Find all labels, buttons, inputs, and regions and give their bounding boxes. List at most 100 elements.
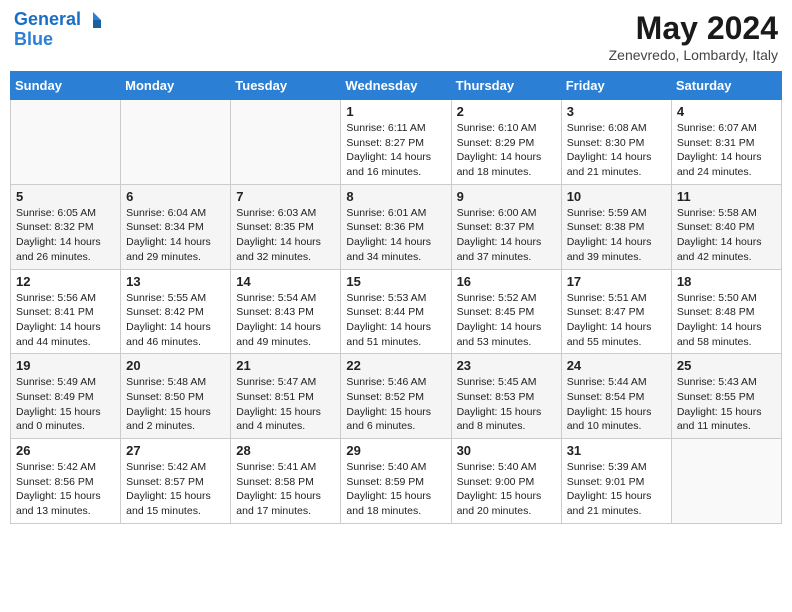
calendar-cell: 6 Sunrise: 6:04 AM Sunset: 8:34 PM Daylig… [121,184,231,269]
day-info: Sunrise: 5:44 AM Sunset: 8:54 PM Dayligh… [567,375,666,434]
week-row-4: 19 Sunrise: 5:49 AM Sunset: 8:49 PM Dayli… [11,354,782,439]
calendar-cell: 28 Sunrise: 5:41 AM Sunset: 8:58 PM Dayli… [231,439,341,524]
day-info: Sunrise: 5:43 AM Sunset: 8:55 PM Dayligh… [677,375,776,434]
calendar-cell: 18 Sunrise: 5:50 AM Sunset: 8:48 PM Dayli… [671,269,781,354]
week-row-2: 5 Sunrise: 6:05 AM Sunset: 8:32 PM Daylig… [11,184,782,269]
calendar-cell: 27 Sunrise: 5:42 AM Sunset: 8:57 PM Dayli… [121,439,231,524]
day-number: 6 [126,189,225,204]
weekday-header-monday: Monday [121,72,231,100]
day-info: Sunrise: 5:48 AM Sunset: 8:50 PM Dayligh… [126,375,225,434]
calendar-cell: 3 Sunrise: 6:08 AM Sunset: 8:30 PM Daylig… [561,100,671,185]
calendar-cell: 10 Sunrise: 5:59 AM Sunset: 8:38 PM Dayli… [561,184,671,269]
day-number: 2 [457,104,556,119]
calendar-cell: 17 Sunrise: 5:51 AM Sunset: 8:47 PM Dayli… [561,269,671,354]
calendar-cell: 13 Sunrise: 5:55 AM Sunset: 8:42 PM Dayli… [121,269,231,354]
month-title: May 2024 [609,10,778,47]
day-number: 30 [457,443,556,458]
day-info: Sunrise: 5:40 AM Sunset: 9:00 PM Dayligh… [457,460,556,519]
page-header: General Blue May 2024 Zenevredo, Lombard… [10,10,782,63]
day-info: Sunrise: 5:51 AM Sunset: 8:47 PM Dayligh… [567,291,666,350]
calendar-cell: 20Sunrise: 5:48 AM Sunset: 8:50 PM Dayli… [121,354,231,439]
calendar-cell: 12Sunrise: 5:56 AM Sunset: 8:41 PM Dayli… [11,269,121,354]
weekday-header-saturday: Saturday [671,72,781,100]
day-number: 22 [346,358,445,373]
day-number: 13 [126,274,225,289]
day-info: Sunrise: 6:10 AM Sunset: 8:29 PM Dayligh… [457,121,556,180]
day-number: 19 [16,358,115,373]
day-number: 1 [346,104,445,119]
day-number: 4 [677,104,776,119]
day-number: 3 [567,104,666,119]
day-number: 28 [236,443,335,458]
day-number: 18 [677,274,776,289]
day-info: Sunrise: 5:53 AM Sunset: 8:44 PM Dayligh… [346,291,445,350]
day-number: 27 [126,443,225,458]
calendar-table: SundayMondayTuesdayWednesdayThursdayFrid… [10,71,782,524]
day-number: 29 [346,443,445,458]
logo-text: General [14,10,81,30]
day-number: 21 [236,358,335,373]
calendar-cell: 14 Sunrise: 5:54 AM Sunset: 8:43 PM Dayli… [231,269,341,354]
calendar-cell: 4 Sunrise: 6:07 AM Sunset: 8:31 PM Daylig… [671,100,781,185]
calendar-cell: 21 Sunrise: 5:47 AM Sunset: 8:51 PM Dayli… [231,354,341,439]
calendar-cell: 26 Sunrise: 5:42 AM Sunset: 8:56 PM Dayli… [11,439,121,524]
calendar-cell: 11 Sunrise: 5:58 AM Sunset: 8:40 PM Dayli… [671,184,781,269]
day-number: 15 [346,274,445,289]
calendar-cell: 7 Sunrise: 6:03 AM Sunset: 8:35 PM Daylig… [231,184,341,269]
day-info: Sunrise: 5:59 AM Sunset: 8:38 PM Dayligh… [567,206,666,265]
day-info: Sunrise: 5:56 AM Sunset: 8:41 PM Dayligh… [16,291,115,350]
day-info: Sunrise: 5:55 AM Sunset: 8:42 PM Dayligh… [126,291,225,350]
day-info: Sunrise: 5:46 AM Sunset: 8:52 PM Dayligh… [346,375,445,434]
day-number: 25 [677,358,776,373]
calendar-cell: 5 Sunrise: 6:05 AM Sunset: 8:32 PM Daylig… [11,184,121,269]
day-number: 11 [677,189,776,204]
calendar-cell: 29 Sunrise: 5:40 AM Sunset: 8:59 PM Dayli… [341,439,451,524]
day-info: Sunrise: 6:05 AM Sunset: 8:32 PM Dayligh… [16,206,115,265]
day-number: 7 [236,189,335,204]
day-info: Sunrise: 5:50 AM Sunset: 8:48 PM Dayligh… [677,291,776,350]
calendar-cell: 22 Sunrise: 5:46 AM Sunset: 8:52 PM Dayli… [341,354,451,439]
week-row-5: 26 Sunrise: 5:42 AM Sunset: 8:56 PM Dayli… [11,439,782,524]
calendar-cell: 2 Sunrise: 6:10 AM Sunset: 8:29 PM Daylig… [451,100,561,185]
day-info: Sunrise: 6:04 AM Sunset: 8:34 PM Dayligh… [126,206,225,265]
calendar-cell [671,439,781,524]
day-number: 9 [457,189,556,204]
day-info: Sunrise: 5:40 AM Sunset: 8:59 PM Dayligh… [346,460,445,519]
day-info: Sunrise: 5:54 AM Sunset: 8:43 PM Dayligh… [236,291,335,350]
day-info: Sunrise: 6:03 AM Sunset: 8:35 PM Dayligh… [236,206,335,265]
week-row-3: 12Sunrise: 5:56 AM Sunset: 8:41 PM Dayli… [11,269,782,354]
day-info: Sunrise: 5:42 AM Sunset: 8:56 PM Dayligh… [16,460,115,519]
title-block: May 2024 Zenevredo, Lombardy, Italy [609,10,778,63]
day-number: 5 [16,189,115,204]
weekday-header-row: SundayMondayTuesdayWednesdayThursdayFrid… [11,72,782,100]
logo-blue: Blue [14,30,103,50]
day-info: Sunrise: 6:01 AM Sunset: 8:36 PM Dayligh… [346,206,445,265]
calendar-cell [121,100,231,185]
weekday-header-friday: Friday [561,72,671,100]
day-number: 26 [16,443,115,458]
day-info: Sunrise: 5:58 AM Sunset: 8:40 PM Dayligh… [677,206,776,265]
day-info: Sunrise: 6:11 AM Sunset: 8:27 PM Dayligh… [346,121,445,180]
day-number: 10 [567,189,666,204]
calendar-cell: 23Sunrise: 5:45 AM Sunset: 8:53 PM Dayli… [451,354,561,439]
day-number: 24 [567,358,666,373]
day-info: Sunrise: 5:42 AM Sunset: 8:57 PM Dayligh… [126,460,225,519]
calendar-cell: 25 Sunrise: 5:43 AM Sunset: 8:55 PM Dayli… [671,354,781,439]
logo-icon [83,10,103,30]
calendar-cell: 9Sunrise: 6:00 AM Sunset: 8:37 PM Daylig… [451,184,561,269]
day-info: Sunrise: 5:45 AM Sunset: 8:53 PM Dayligh… [457,375,556,434]
calendar-cell: 30 Sunrise: 5:40 AM Sunset: 9:00 PM Dayli… [451,439,561,524]
location: Zenevredo, Lombardy, Italy [609,47,778,63]
weekday-header-thursday: Thursday [451,72,561,100]
calendar-cell [231,100,341,185]
day-info: Sunrise: 5:41 AM Sunset: 8:58 PM Dayligh… [236,460,335,519]
day-info: Sunrise: 5:47 AM Sunset: 8:51 PM Dayligh… [236,375,335,434]
day-info: Sunrise: 5:49 AM Sunset: 8:49 PM Dayligh… [16,375,115,434]
day-number: 17 [567,274,666,289]
day-number: 14 [236,274,335,289]
day-info: Sunrise: 6:07 AM Sunset: 8:31 PM Dayligh… [677,121,776,180]
weekday-header-sunday: Sunday [11,72,121,100]
calendar-cell: 24 Sunrise: 5:44 AM Sunset: 8:54 PM Dayli… [561,354,671,439]
day-info: Sunrise: 5:39 AM Sunset: 9:01 PM Dayligh… [567,460,666,519]
day-info: Sunrise: 6:08 AM Sunset: 8:30 PM Dayligh… [567,121,666,180]
